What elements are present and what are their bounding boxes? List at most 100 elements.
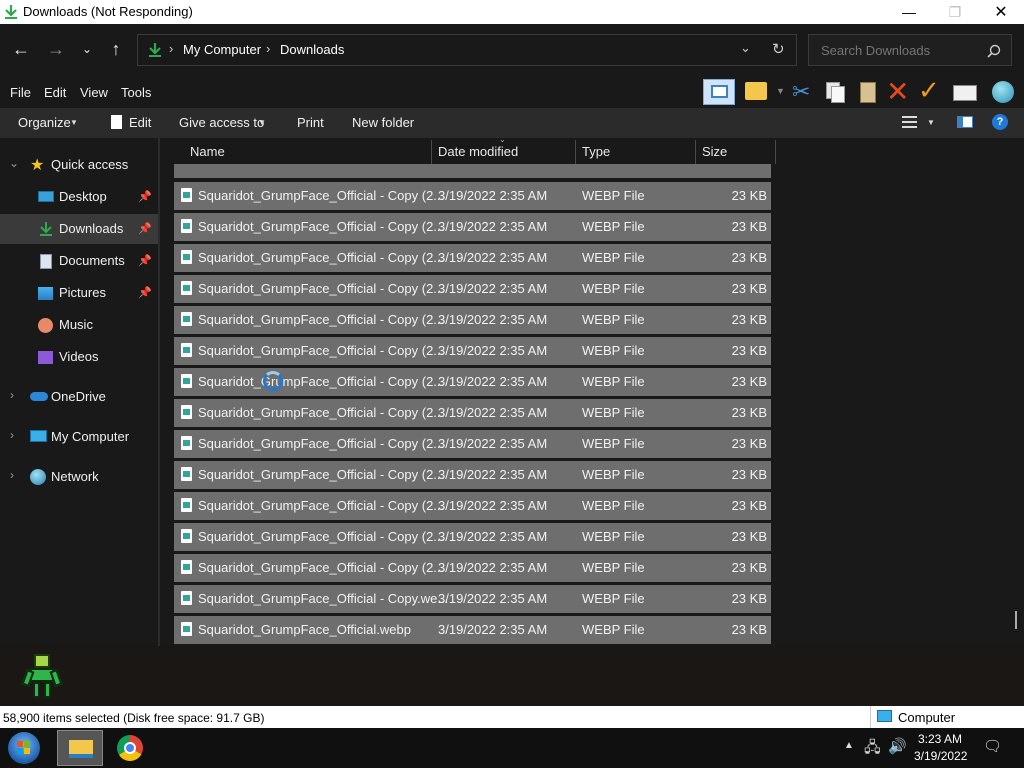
- nav-my-computer[interactable]: › My Computer: [0, 422, 158, 452]
- table-row-partial[interactable]: [174, 164, 771, 178]
- nav-desktop[interactable]: Desktop 📌: [0, 182, 158, 212]
- nav-documents[interactable]: Documents 📌: [0, 246, 158, 276]
- nav-quick-access[interactable]: ⌄ ★ Quick access: [0, 150, 158, 180]
- file-type: WEBP File: [582, 560, 645, 575]
- column-header-size[interactable]: Size: [702, 144, 727, 159]
- chevron-down-icon[interactable]: ⌄: [9, 156, 19, 170]
- star-icon: ★: [30, 157, 45, 174]
- file-date: 3/19/2022 2:35 AM: [438, 374, 548, 389]
- table-row[interactable]: Squaridot_GrumpFace_Official - Copy (2..…: [174, 399, 771, 427]
- notifications-icon[interactable]: 🗨: [983, 737, 1002, 755]
- layout-pane-button[interactable]: [703, 79, 735, 105]
- organize-button[interactable]: Organize: [18, 115, 71, 130]
- clock-time[interactable]: 3:23 AM: [918, 732, 962, 746]
- search-input[interactable]: [819, 42, 983, 59]
- column-header-date[interactable]: Date modified: [438, 144, 518, 159]
- breadcrumb-my-computer[interactable]: My Computer: [183, 42, 261, 57]
- table-row[interactable]: Squaridot_GrumpFace_Official - Copy (2..…: [174, 523, 771, 551]
- column-divider[interactable]: [775, 140, 776, 164]
- cut-icon[interactable]: ✂: [792, 79, 810, 105]
- address-bar[interactable]: › My Computer › Downloads ⌄ ↻: [137, 34, 797, 66]
- search-box[interactable]: [808, 34, 1012, 66]
- back-button[interactable]: ←: [8, 36, 34, 62]
- forward-button[interactable]: →: [43, 36, 69, 62]
- table-row[interactable]: Squaridot_GrumpFace_Official - Copy (2..…: [174, 337, 771, 365]
- table-row[interactable]: Squaridot_GrumpFace_Official - Copy (2..…: [174, 182, 771, 210]
- view-details-icon[interactable]: [902, 116, 917, 128]
- clock-date[interactable]: 3/19/2022: [914, 749, 967, 763]
- navigation-pane: ⌄ ★ Quick access Desktop 📌 Downloads 📌 D…: [0, 138, 158, 646]
- checkmark-icon[interactable]: ✓: [918, 75, 940, 106]
- file-type: WEBP File: [582, 498, 645, 513]
- pin-icon: 📌: [138, 191, 152, 203]
- breadcrumb-downloads[interactable]: Downloads: [280, 42, 344, 57]
- nav-network[interactable]: › Network: [0, 462, 158, 492]
- taskbar-file-explorer-button[interactable]: [57, 730, 103, 766]
- maximize-button[interactable]: ❐: [932, 0, 978, 24]
- folder-options-icon[interactable]: [745, 82, 767, 100]
- new-folder-button[interactable]: New folder: [352, 115, 414, 130]
- menu-tools[interactable]: Tools: [121, 85, 151, 100]
- delete-icon[interactable]: ✕: [886, 75, 909, 108]
- table-row[interactable]: Squaridot_GrumpFace_Official - Copy (2..…: [174, 213, 771, 241]
- chevron-down-icon[interactable]: ▼: [776, 86, 785, 96]
- window-title: Downloads (Not Responding): [23, 4, 193, 19]
- table-row[interactable]: Squaridot_GrumpFace_Official - Copy (2..…: [174, 461, 771, 489]
- chevron-down-icon[interactable]: ▼: [258, 118, 266, 127]
- file-size: 23 KB: [731, 188, 767, 203]
- nav-onedrive[interactable]: › OneDrive: [0, 382, 158, 412]
- help-icon[interactable]: ?: [992, 114, 1008, 130]
- file-size: 23 KB: [731, 436, 767, 451]
- paste-icon[interactable]: [860, 82, 876, 103]
- chevron-down-icon[interactable]: ▼: [927, 118, 935, 127]
- start-button[interactable]: [8, 732, 40, 764]
- recent-locations-button[interactable]: ⌄: [74, 36, 100, 62]
- chevron-down-icon[interactable]: ⌄: [740, 40, 751, 56]
- table-row[interactable]: Squaridot_GrumpFace_Official - Copy (2..…: [174, 554, 771, 582]
- taskbar-chrome-button[interactable]: [117, 735, 143, 761]
- column-divider[interactable]: [695, 140, 696, 164]
- table-row[interactable]: Squaridot_GrumpFace_Official - Copy.we..…: [174, 585, 771, 613]
- file-type: WEBP File: [582, 622, 645, 637]
- nav-pictures[interactable]: Pictures 📌: [0, 278, 158, 308]
- column-divider[interactable]: [575, 140, 576, 164]
- properties-icon[interactable]: [953, 85, 977, 101]
- print-button[interactable]: Print: [297, 115, 324, 130]
- column-header-type[interactable]: Type: [582, 144, 610, 159]
- column-divider[interactable]: [431, 140, 432, 164]
- menu-file[interactable]: File: [10, 85, 31, 100]
- chevron-right-icon[interactable]: ›: [10, 388, 14, 402]
- nav-videos[interactable]: Videos: [0, 342, 158, 372]
- network-status-icon[interactable]: 🖧: [864, 737, 881, 762]
- close-button[interactable]: ✕: [978, 0, 1024, 24]
- chevron-right-icon[interactable]: ›: [10, 468, 14, 482]
- menu-edit[interactable]: Edit: [44, 85, 66, 100]
- refresh-icon[interactable]: ↻: [772, 40, 785, 58]
- table-row[interactable]: Squaridot_GrumpFace_Official - Copy (2..…: [174, 492, 771, 520]
- chevron-right-icon[interactable]: ›: [10, 428, 14, 442]
- nav-quick-access-label: Quick access: [51, 157, 129, 172]
- table-row[interactable]: Squaridot_GrumpFace_Official.webp 3/19/2…: [174, 616, 771, 644]
- webp-file-icon: [181, 436, 192, 450]
- table-row[interactable]: Squaridot_GrumpFace_Official - Copy (2..…: [174, 430, 771, 458]
- give-access-button[interactable]: Give access to: [179, 115, 264, 130]
- menu-view[interactable]: View: [80, 85, 108, 100]
- preview-pane-toggle-icon[interactable]: [957, 116, 973, 128]
- minimize-button[interactable]: —: [886, 0, 932, 24]
- nav-downloads[interactable]: Downloads 📌: [0, 214, 158, 244]
- nav-music[interactable]: Music: [0, 310, 158, 340]
- show-hidden-icons-button[interactable]: ▲: [844, 740, 854, 751]
- column-header-name[interactable]: Name: [190, 144, 225, 159]
- up-button[interactable]: ↑: [103, 36, 129, 62]
- table-row[interactable]: Squaridot_GrumpFace_Official - Copy (2..…: [174, 306, 771, 334]
- file-size: 23 KB: [731, 250, 767, 265]
- edit-button[interactable]: Edit: [129, 115, 151, 130]
- volume-icon[interactable]: 🔊: [888, 737, 907, 755]
- table-row[interactable]: Squaridot_GrumpFace_Official - Copy (2..…: [174, 275, 771, 303]
- file-name: Squaridot_GrumpFace_Official - Copy (2..…: [198, 281, 445, 296]
- table-row[interactable]: Squaridot_GrumpFace_Official - Copy (2..…: [174, 244, 771, 272]
- selection-status: 58,900 items selected (Disk free space: …: [3, 711, 265, 725]
- chevron-down-icon[interactable]: ▼: [70, 118, 78, 127]
- globe-icon[interactable]: [992, 81, 1014, 103]
- scrollbar-thumb[interactable]: [1015, 611, 1017, 629]
